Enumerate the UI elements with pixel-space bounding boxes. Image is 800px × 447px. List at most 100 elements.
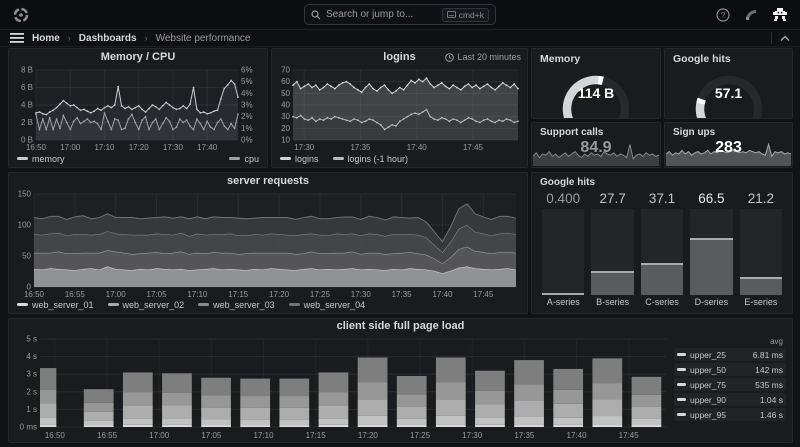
svg-text:4 B: 4 B (21, 101, 33, 110)
breadcrumb-current: Website performance (155, 32, 251, 44)
legend-series-swatch (677, 368, 686, 371)
svg-text:4%: 4% (241, 89, 253, 98)
clock-icon (445, 52, 455, 62)
legend-series-swatch (677, 398, 686, 401)
legend-series-swatch (288, 303, 300, 306)
legend-series-label: logins (-1 hour) (347, 153, 409, 164)
legend-series-label: web_server_01 (32, 299, 94, 310)
user-avatar[interactable] (772, 7, 788, 23)
legend-item[interactable]: web_server_01 (17, 300, 94, 310)
svg-text:100: 100 (18, 221, 32, 230)
breadcrumb-home[interactable]: Home (32, 33, 60, 44)
svg-text:8 B: 8 B (21, 66, 33, 75)
bar-gauge[interactable]: 21.2 E-series (739, 191, 783, 309)
bar-gauge-fill (690, 237, 733, 295)
breadcrumb-bar: Home › Dashboards › Website performance (0, 30, 800, 47)
search-icon (311, 9, 321, 19)
svg-text:17:40: 17:40 (197, 143, 218, 152)
menu-icon[interactable] (10, 32, 24, 44)
panel-title[interactable]: Sign ups (665, 123, 792, 138)
legend-item[interactable]: web_server_04 (288, 300, 365, 310)
bar-gauge-category: E-series (744, 297, 778, 307)
breadcrumb-dashboards[interactable]: Dashboards (79, 33, 137, 44)
bar-gauge[interactable]: 37.1 C-series (640, 191, 684, 309)
news-rss-icon[interactable] (744, 8, 758, 22)
legend-series-label: upper_90 (690, 394, 726, 405)
panel-title[interactable]: Support calls (532, 123, 660, 138)
legend-series-label: memory (32, 153, 65, 164)
top-navbar: Search or jump to... cmd+k ? (0, 0, 800, 30)
svg-text:30: 30 (281, 112, 290, 121)
legend-series-swatch (280, 157, 291, 160)
search-input[interactable]: Search or jump to... cmd+k (304, 4, 496, 25)
bar-gauge[interactable]: 66.5 D-series (690, 191, 733, 309)
grafana-logo[interactable] (12, 6, 30, 24)
legend-item[interactable]: upper_95 1.46 s (674, 408, 786, 421)
svg-text:17:30: 17:30 (163, 143, 184, 152)
panel-title[interactable]: Memory (532, 49, 660, 65)
server-requests-chart[interactable]: 05010015016:50 16:55 17:00 17:05 17:10 17:15 1… (12, 189, 524, 299)
svg-text:40: 40 (281, 101, 290, 110)
svg-text:0 ms: 0 ms (20, 423, 37, 432)
chevron-up-icon[interactable] (780, 34, 790, 42)
svg-text:1%: 1% (241, 124, 253, 133)
panel-title[interactable]: client side full page load (9, 319, 792, 334)
panel-title[interactable]: server requests (9, 173, 527, 189)
panel-title[interactable]: Google hits (665, 49, 792, 65)
stat-value: 84.9 (580, 139, 612, 156)
legend-item[interactable]: upper_75 535 ms (674, 378, 786, 391)
search-placeholder: Search or jump to... (326, 9, 414, 20)
panel-google-hits-gauge: Google hits 57.1 (664, 48, 793, 133)
svg-text:1 s: 1 s (26, 405, 37, 414)
legend-series-label: upper_50 (690, 364, 726, 375)
dashboard-canvas: Memory / CPU 0 B2 B4 B6 B8 B 0% 1% 2% 3% 4% 5%… (0, 47, 800, 447)
legend-item[interactable]: cpu (229, 154, 259, 164)
svg-text:17:45: 17:45 (619, 431, 640, 440)
stat-value: 283 (715, 139, 742, 156)
memory-cpu-chart[interactable]: 0 B2 B4 B6 B8 B0%1%2%3%4%5%6%16:50 17:00 1… (12, 65, 264, 153)
svg-text:20: 20 (281, 124, 290, 133)
help-icon[interactable]: ? (716, 7, 730, 22)
bar-gauge[interactable]: 0.400 A-series (542, 191, 585, 309)
bar-gauge-track (640, 209, 684, 295)
legend-item[interactable]: upper_25 6.81 ms (674, 348, 786, 361)
legend-series-label: web_server_02 (122, 299, 185, 310)
svg-text:17:00: 17:00 (60, 143, 81, 152)
svg-text:16:50: 16:50 (26, 143, 47, 152)
bar-gauge-value: 21.2 (747, 191, 774, 206)
legend-series-swatch (677, 353, 686, 356)
breadcrumb-separator: › (67, 33, 71, 43)
panel-title[interactable]: Memory / CPU (9, 49, 267, 65)
legend-item[interactable]: web_server_02 (107, 299, 185, 310)
legend-item[interactable]: logins (-1 hour) (332, 153, 409, 164)
bar-gauge-value: 66.5 (698, 191, 725, 206)
legend-series-label: upper_95 (690, 409, 726, 420)
time-range-indicator[interactable]: Last 20 minutes (445, 52, 521, 62)
bar-gauge-category: D-series (694, 297, 729, 307)
bar-gauge[interactable]: 27.7 B-series (591, 191, 634, 309)
legend-item[interactable]: upper_90 1.04 s (674, 393, 786, 406)
svg-text:5%: 5% (241, 77, 253, 86)
logins-chart[interactable]: 10 20 30 40 50 60 70 17:30 17:35 17:40 17:45 (275, 65, 524, 152)
bar-gauge-track (542, 209, 585, 295)
server-requests-legend: web_server_01 web_server_02 web_server_03 w… (17, 298, 519, 311)
panel-google-hits-bars: Google hits 0.400 A-series 27.7 B-series 37.… (531, 172, 793, 314)
bar-gauge-fill (739, 276, 783, 295)
svg-text:0%: 0% (241, 136, 253, 145)
page-load-chart[interactable]: 0 ms 1 s 2 s 3 s 4 s 5 s 16:50 16:55 17:00 17:05 1… (12, 334, 672, 440)
legend-item[interactable]: web_server_03 (198, 300, 275, 310)
legend-series-label: upper_75 (690, 379, 726, 390)
panel-title[interactable]: Google hits (532, 173, 792, 188)
bar-gauge-category: B-series (596, 297, 630, 307)
keyboard-icon (446, 11, 456, 18)
legend-series-swatch (107, 303, 119, 306)
svg-text:17:20: 17:20 (129, 143, 150, 152)
svg-text:17:40: 17:40 (567, 431, 588, 440)
legend-item[interactable]: memory (17, 154, 65, 164)
svg-text:3%: 3% (241, 101, 253, 110)
svg-text:16:50: 16:50 (45, 431, 66, 440)
svg-text:17:00: 17:00 (149, 431, 170, 440)
legend-item[interactable]: logins (280, 154, 319, 164)
legend-item[interactable]: upper_50 142 ms (674, 363, 786, 376)
svg-text:60: 60 (281, 77, 290, 86)
